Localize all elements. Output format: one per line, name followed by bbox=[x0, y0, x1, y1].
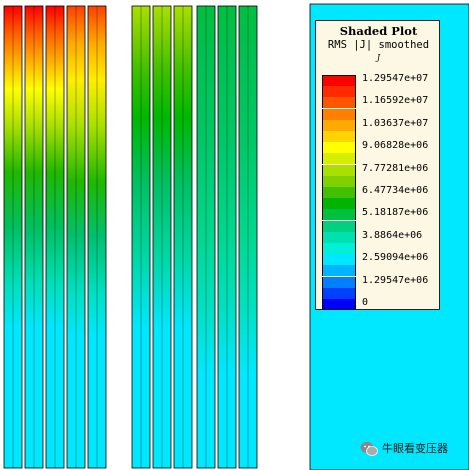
legend-swatch bbox=[322, 86, 356, 98]
legend-swatch bbox=[322, 142, 356, 154]
legend-label: 2.59094e+06 bbox=[362, 252, 429, 264]
legend-unit: J bbox=[376, 53, 381, 62]
legend-label: 9.06828e+06 bbox=[362, 140, 429, 152]
wechat-icon bbox=[360, 442, 378, 456]
legend-label: 1.29547e+06 bbox=[362, 274, 429, 286]
legend-swatch bbox=[322, 175, 356, 187]
legend-swatch bbox=[322, 276, 356, 288]
legend-swatch bbox=[322, 131, 356, 142]
legend-swatch bbox=[322, 231, 356, 243]
legend-label: 1.16592e+07 bbox=[362, 95, 429, 107]
legend-swatch bbox=[322, 108, 356, 120]
watermark-text: 牛眼看变压器 bbox=[382, 442, 448, 455]
legend-swatch bbox=[322, 164, 356, 176]
legend-swatch bbox=[322, 254, 356, 266]
legend-label: 5.18187e+06 bbox=[362, 207, 429, 219]
legend-subtitle: RMS |J| smoothed bbox=[327, 39, 430, 51]
legend-swatch bbox=[322, 97, 356, 109]
legend-swatch bbox=[322, 209, 356, 221]
legend-swatch bbox=[322, 287, 356, 299]
legend-swatch bbox=[322, 220, 356, 232]
legend-label: 0 bbox=[362, 297, 369, 308]
legend-label: 3.8864e+06 bbox=[362, 229, 423, 241]
legend-swatch bbox=[322, 299, 356, 310]
legend-swatch bbox=[322, 187, 356, 198]
legend-swatch bbox=[322, 243, 356, 254]
legend-title: Shaded Plot bbox=[339, 24, 418, 38]
legend-label: 6.47734e+06 bbox=[362, 185, 429, 196]
legend-swatch bbox=[322, 153, 356, 165]
legend-panel: Shaded Plot RMS |J| smoothed J 1.29547e+… bbox=[315, 20, 440, 310]
legend-swatch bbox=[322, 75, 356, 86]
legend-label: 1.29547e+07 bbox=[362, 73, 429, 84]
legend-swatch bbox=[322, 265, 356, 277]
legend-label: 7.77281e+06 bbox=[362, 162, 429, 174]
legend-swatch bbox=[322, 198, 356, 210]
legend-label: 1.03637e+07 bbox=[362, 117, 429, 129]
legend-swatch bbox=[322, 119, 356, 131]
